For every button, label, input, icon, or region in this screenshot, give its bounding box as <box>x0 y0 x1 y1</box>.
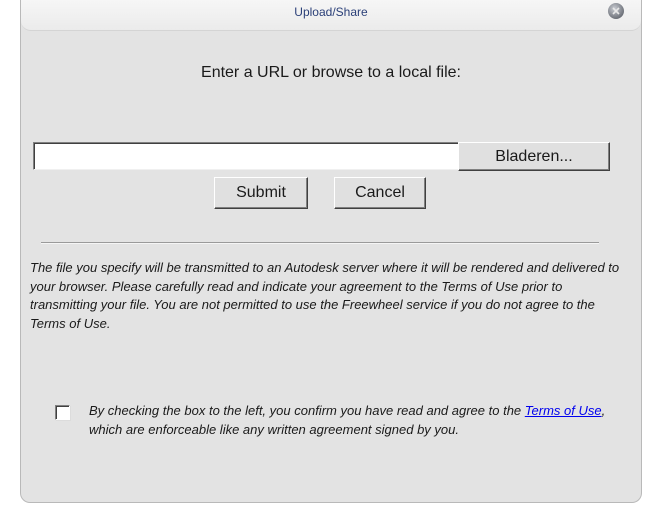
agreement-text-before: By checking the box to the left, you con… <box>89 403 525 418</box>
dialog-titlebar: Upload/Share <box>21 0 641 31</box>
url-prompt: Enter a URL or browse to a local file: <box>201 64 461 81</box>
submit-button[interactable]: Submit <box>214 177 308 209</box>
terms-of-use-link[interactable]: Terms of Use <box>525 403 602 418</box>
section-divider <box>41 242 599 244</box>
browse-button[interactable]: Bladeren... <box>458 142 610 171</box>
terms-agreement-checkbox[interactable] <box>55 405 70 420</box>
url-input[interactable] <box>33 142 474 170</box>
dialog-title: Upload/Share <box>294 5 368 19</box>
transmission-notice: The file you specify will be transmitted… <box>30 260 620 331</box>
agreement-text: By checking the box to the left, you con… <box>89 402 609 439</box>
cancel-button[interactable]: Cancel <box>334 177 426 209</box>
upload-share-dialog: Upload/Share Enter a URL or browse to a … <box>20 0 642 503</box>
close-icon[interactable] <box>608 3 624 19</box>
